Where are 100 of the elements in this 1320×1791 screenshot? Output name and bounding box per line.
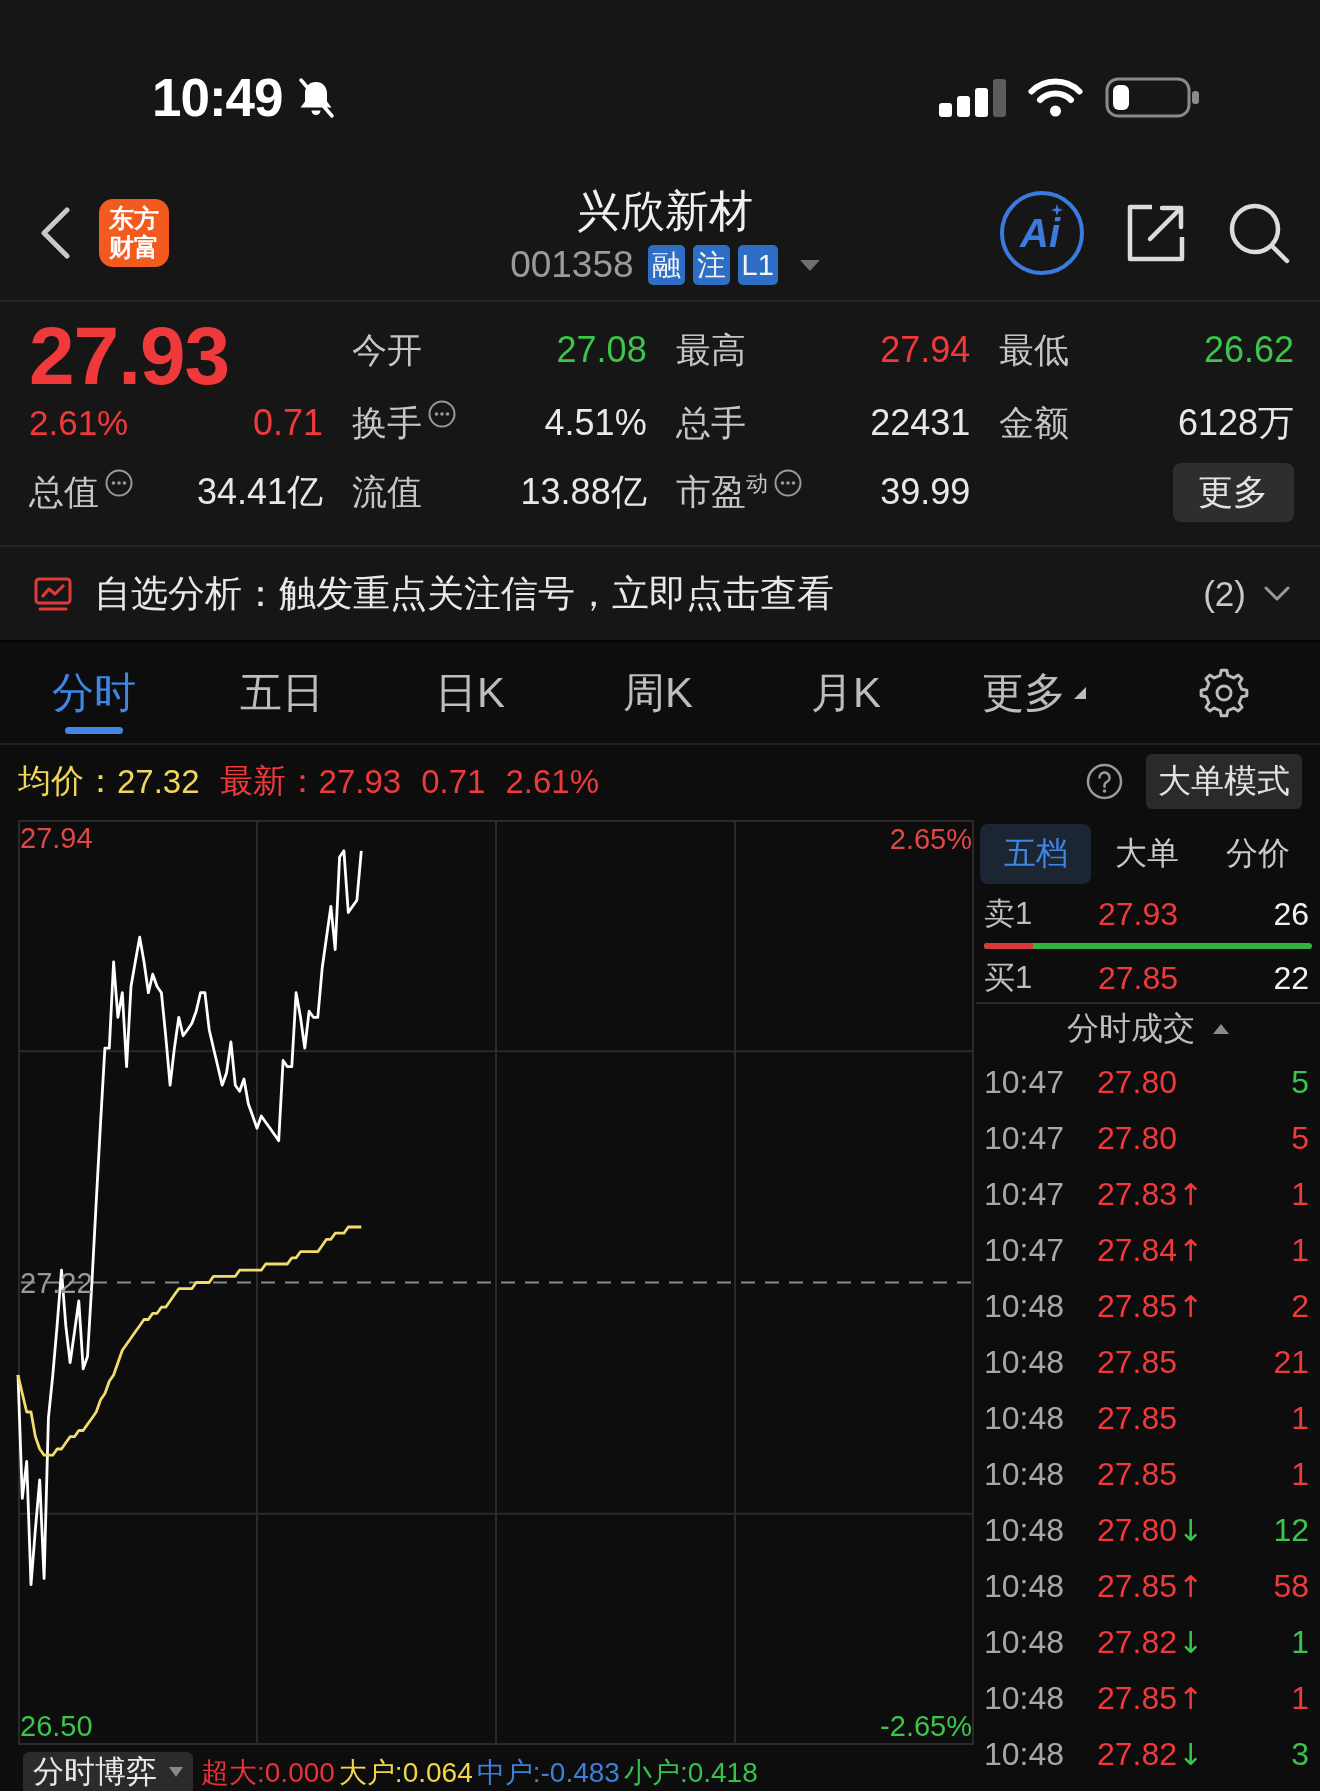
trade-time: 10:48	[984, 1679, 1066, 1717]
chart-tab[interactable]: 分时	[0, 642, 188, 743]
trade-time: 10:48	[984, 1287, 1066, 1325]
percent-axis-label: 2.65%	[889, 822, 972, 856]
trade-time: 10:48	[984, 1735, 1066, 1773]
help-icon[interactable]	[1086, 763, 1123, 800]
stock-name: 兴欣新材	[577, 185, 753, 237]
search-icon[interactable]	[1228, 201, 1290, 264]
stat-value: 27.94	[880, 329, 971, 371]
trade-time: 10:48	[984, 1623, 1066, 1661]
order-level-label: 卖1	[984, 895, 1034, 933]
app-logo: 东方 财富	[99, 198, 169, 267]
chart-tab[interactable]: 周K	[564, 642, 752, 743]
panel-tab[interactable]: 五档	[980, 824, 1091, 884]
last-price: 27.93	[29, 316, 231, 390]
sparkle-icon	[1051, 203, 1063, 216]
trade-price: 27.83	[1097, 1175, 1178, 1213]
settings-icon[interactable]	[1199, 667, 1249, 718]
panel-tab[interactable]: 分价	[1202, 824, 1313, 884]
stat-label: 总手	[675, 401, 746, 444]
trade-time: 10:48	[984, 1399, 1066, 1437]
chart-tab[interactable]: 月K	[752, 642, 940, 743]
order-price: 27.85	[1098, 959, 1179, 997]
tag-badge: L1	[737, 245, 778, 285]
trade-volume: 1	[1291, 1455, 1309, 1493]
sort-up-icon	[1213, 1024, 1229, 1034]
trade-volume: 21	[1273, 1343, 1309, 1381]
trade-volume: 12	[1273, 1511, 1309, 1549]
stat-label: 总值	[29, 470, 99, 513]
trade-volume: 5	[1291, 1119, 1309, 1157]
trade-price: 27.80	[1097, 1063, 1178, 1101]
trade-time: 10:48	[984, 1567, 1066, 1605]
trade-price: 27.85	[1097, 1567, 1178, 1605]
stat-label: 最高	[675, 328, 746, 371]
trade-time: 10:47	[984, 1175, 1066, 1213]
alert-message[interactable]: 自选分析：触发重点关注信号，立即点击查看	[94, 568, 834, 619]
trend-arrow: ↓	[1178, 1624, 1204, 1660]
trend-arrow: ↑	[1178, 1568, 1204, 1604]
trade-price: 27.80	[1097, 1119, 1178, 1157]
trades-title: 分时成交	[1067, 1009, 1195, 1048]
price-axis-label: 27.94	[20, 821, 93, 856]
fund-flow-value: 中户:-0.483	[476, 1756, 620, 1790]
latest-label: 最新：	[219, 761, 319, 801]
fund-flow-value: 小户:0.418	[623, 1756, 758, 1790]
average-value: 27.32	[117, 762, 200, 801]
panel-tab[interactable]: 大单	[1091, 824, 1202, 884]
stat-label: 市盈$^{动}$	[675, 469, 768, 513]
change-percent: 2.61%	[29, 403, 129, 443]
stat-value: 34.41亿	[196, 469, 323, 514]
chart-tab[interactable]: 五日	[188, 642, 376, 743]
signal-icon	[939, 78, 1006, 117]
trade-price: 27.80	[1097, 1511, 1178, 1549]
trade-time: 10:47	[984, 1231, 1066, 1269]
trend-arrow: ↓	[1178, 1512, 1204, 1548]
price-axis-label: 26.50	[20, 1709, 93, 1743]
trade-time: 10:47	[984, 1119, 1066, 1157]
ai-button[interactable]: Ai	[1000, 190, 1084, 275]
percent-axis-label: -2.65%	[880, 1709, 972, 1743]
trade-volume: 1	[1291, 1679, 1309, 1717]
trade-volume: 1	[1291, 1175, 1309, 1213]
large-order-mode-button[interactable]: 大单模式	[1146, 754, 1302, 809]
change-amount: 0.71	[252, 402, 323, 444]
chevron-down-icon[interactable]	[1264, 586, 1290, 601]
trade-price: 27.85	[1097, 1343, 1178, 1381]
info-icon[interactable]	[773, 469, 802, 497]
more-button[interactable]: 更多	[1173, 462, 1294, 522]
stat-value: 26.62	[1203, 329, 1294, 371]
stat-value: 6128万	[1177, 400, 1294, 445]
trade-time: 10:48	[984, 1455, 1066, 1493]
trend-arrow: ↑	[1178, 1176, 1204, 1212]
chart-monitor-icon	[34, 576, 72, 611]
order-volume: 22	[1273, 959, 1309, 997]
trade-volume: 3	[1291, 1735, 1309, 1773]
back-icon[interactable]	[40, 206, 70, 259]
stat-value: 27.08	[556, 329, 647, 371]
latest-value: 27.93	[318, 762, 402, 801]
trade-time: 10:48	[984, 1511, 1066, 1549]
wifi-icon	[1027, 77, 1084, 118]
chart-tab[interactable]: 日K	[376, 642, 564, 743]
info-icon[interactable]	[105, 469, 133, 497]
stat-label: 流值	[352, 470, 422, 513]
trade-price: 27.82	[1097, 1735, 1178, 1773]
trade-volume: 1	[1291, 1399, 1309, 1437]
stat-value: 39.99	[880, 471, 971, 513]
trade-price: 27.85	[1097, 1399, 1178, 1437]
trade-price: 27.82	[1097, 1623, 1178, 1661]
chart-tab[interactable]: 更多	[940, 642, 1128, 743]
order-price: 27.93	[1098, 895, 1179, 933]
caret-icon	[169, 1766, 183, 1777]
trade-volume: 1	[1291, 1231, 1309, 1269]
trade-price: 27.85	[1097, 1679, 1178, 1717]
share-icon[interactable]	[1126, 202, 1186, 263]
stat-value: 22431	[870, 402, 971, 444]
trend-arrow: ↑	[1178, 1680, 1204, 1716]
trade-price: 27.85	[1097, 1287, 1178, 1325]
fund-flow-value: 大户:0.064	[338, 1756, 473, 1790]
info-icon[interactable]	[428, 400, 456, 428]
indicator-selector[interactable]: 分时博弈	[23, 1752, 193, 1791]
trend-arrow: ↑	[1178, 1232, 1204, 1268]
trade-volume: 2	[1291, 1287, 1309, 1325]
